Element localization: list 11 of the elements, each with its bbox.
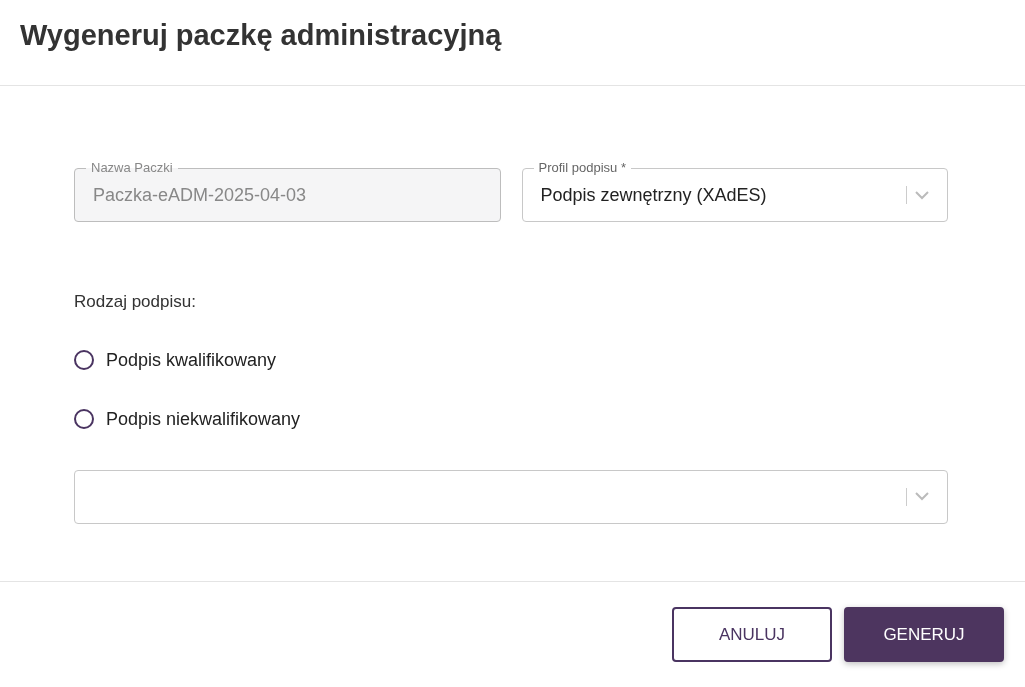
chevron-down-icon xyxy=(915,190,929,200)
radio-label[interactable]: Podpis kwalifikowany xyxy=(106,346,277,374)
dialog-title: Wygeneruj paczkę administracyjną xyxy=(20,18,503,53)
select-field[interactable]: Profil podpisu * Podpis zewnętrzny (XAdES) xyxy=(521,159,948,222)
cancel-button[interactable]: ANULUJ xyxy=(672,607,832,662)
generate-button[interactable]: GENERUJ xyxy=(844,607,1004,662)
chevron-down-icon xyxy=(915,492,929,501)
signature-type-label: Rodzaj podpisu: xyxy=(74,291,197,313)
radio-button[interactable] xyxy=(74,350,94,370)
radio-button[interactable] xyxy=(74,409,94,429)
radio-label[interactable]: Podpis niekwalifikowany xyxy=(106,405,301,433)
